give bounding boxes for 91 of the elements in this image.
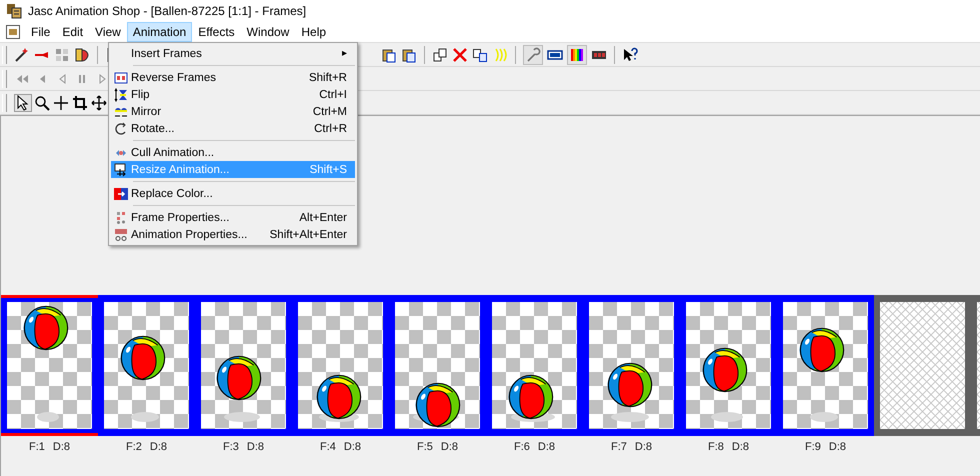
- tool-button[interactable]: [33, 94, 51, 112]
- menu-option[interactable]: Replace Color...: [111, 185, 355, 202]
- frame-number: F:2: [126, 441, 142, 453]
- move-icon: [91, 94, 107, 110]
- ball-shadow: [810, 412, 838, 422]
- clipboard-icon[interactable]: [381, 46, 397, 62]
- frame-thumbnail[interactable]: [1, 295, 98, 436]
- wrench-button[interactable]: [523, 44, 543, 64]
- menu-item[interactable]: View: [89, 22, 127, 42]
- frame-number: F:3: [222, 441, 239, 453]
- wand-icon[interactable]: [14, 46, 30, 62]
- tool-button[interactable]: [52, 94, 70, 112]
- menu-item[interactable]: Edit: [56, 22, 90, 42]
- menu-option[interactable]: Frame Properties... Alt+Enter: [111, 209, 355, 226]
- frame-thumbnail[interactable]: [777, 295, 874, 436]
- shortcut-text: Shift+S: [310, 164, 347, 176]
- menu-option[interactable]: Rotate... Ctrl+R: [111, 120, 355, 137]
- rotate-icon: [114, 122, 128, 136]
- ball-shadow: [224, 412, 260, 422]
- beach-ball-drawing: [702, 347, 748, 393]
- ball-shadow: [37, 412, 59, 422]
- shortcut-text: Shift+Alt+Enter: [270, 228, 347, 240]
- shortcut-text: Ctrl+M: [312, 106, 347, 118]
- submenu-arrow: ▸: [342, 48, 347, 59]
- tool-button[interactable]: [71, 94, 89, 112]
- frame-delay: D:8: [344, 441, 362, 453]
- palette-button[interactable]: [567, 44, 587, 64]
- frame-number: F:8: [708, 441, 724, 453]
- zoom-icon: [34, 94, 50, 110]
- menu-item[interactable]: Help: [295, 22, 332, 42]
- menu-item[interactable]: Window: [240, 22, 296, 42]
- menu-option[interactable]: Animation Properties... Shift+Alt+Enter: [111, 226, 355, 243]
- ball-shadow: [711, 412, 743, 422]
- menu-option[interactable]: Mirror Ctrl+M: [111, 103, 355, 120]
- frame-properties-icon: [114, 210, 128, 224]
- frame-number: F:1: [28, 441, 45, 453]
- shortcut-text: Ctrl+R: [314, 122, 347, 134]
- clipboard-icon[interactable]: [401, 46, 417, 62]
- beach-ball-drawing: [216, 355, 262, 401]
- frame-number: F:4: [320, 441, 336, 453]
- x-mark-icon[interactable]: [452, 46, 468, 62]
- app-icon: [6, 3, 22, 19]
- frame-delay: D:8: [732, 441, 750, 453]
- frame-number: F:6: [514, 441, 530, 453]
- shortcut-text: Alt+Enter: [299, 212, 347, 224]
- menu-option[interactable]: Cull Animation...: [111, 144, 355, 161]
- stripes-icon: [569, 46, 585, 62]
- animation-properties-icon: [114, 228, 128, 242]
- crosshair-icon: [53, 94, 69, 110]
- ball-shadow: [611, 412, 649, 422]
- menu-option[interactable]: Flip Ctrl+I: [111, 86, 355, 103]
- beach-ball-drawing: [120, 335, 166, 381]
- beach-ball-drawing: [23, 305, 69, 351]
- menu-option[interactable]: Insert Frames ▸: [111, 45, 355, 62]
- book-icon[interactable]: [74, 46, 90, 62]
- menu-item[interactable]: Effects: [192, 22, 241, 42]
- frame-number: F:7: [610, 441, 627, 453]
- wrench-icon: [525, 46, 541, 62]
- frame-delay: D:8: [538, 441, 556, 453]
- resize-icon: [114, 162, 128, 176]
- ball-shadow: [131, 412, 159, 422]
- menu-option[interactable]: Reverse Frames Shift+R: [111, 69, 355, 86]
- frame-delay: D:8: [440, 441, 458, 453]
- window-title: Jasc Animation Shop - [Ballen-87225 [1:1] - Frames]: [28, 4, 306, 18]
- frame-number: F:9: [804, 441, 821, 453]
- tool-button[interactable]: [14, 94, 32, 112]
- beach-ball-drawing: [316, 374, 362, 420]
- beach-ball-drawing: [607, 362, 653, 408]
- beach-ball-drawing: [415, 382, 461, 428]
- reverse-icon: [114, 70, 128, 84]
- frame-delay: D:8: [634, 441, 652, 453]
- pointer-icon: [15, 94, 31, 110]
- frame-delay: D:8: [246, 441, 264, 453]
- menu-item[interactable]: Animation: [126, 22, 192, 42]
- frame-delay: D:8: [52, 441, 70, 453]
- tool-button[interactable]: [90, 94, 108, 112]
- menu-item[interactable]: File: [25, 22, 56, 42]
- document-icon[interactable]: [5, 24, 21, 40]
- swap-icon: [114, 186, 128, 200]
- frame-delay: D:8: [828, 441, 846, 453]
- shortcut-text: Shift+R: [308, 72, 347, 84]
- copy-icon[interactable]: [432, 46, 448, 62]
- flip-icon: [114, 88, 128, 102]
- shortcut-text: Ctrl+I: [319, 88, 347, 100]
- frame-delay: D:8: [150, 441, 168, 453]
- beach-ball-drawing: [799, 327, 845, 373]
- beach-ball-drawing: [508, 374, 554, 420]
- crop-icon: [72, 94, 88, 110]
- copy-icon[interactable]: [472, 46, 488, 62]
- frame-number: F:5: [416, 441, 433, 453]
- help-icon[interactable]: [622, 46, 638, 62]
